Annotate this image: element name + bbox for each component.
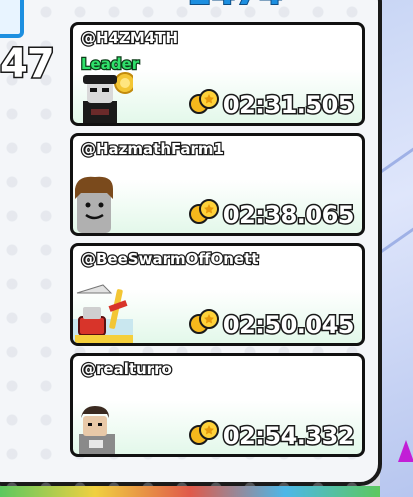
- run-time: 02:31.505: [221, 90, 356, 121]
- leaderboard-entry[interactable]: @HazmathFarm1 02:38.065: [70, 133, 365, 236]
- default-avatar-icon: [73, 173, 133, 233]
- background-scene: [376, 0, 413, 497]
- left-counter: 47: [0, 41, 56, 87]
- leaderboard-entry[interactable]: @H4ZM4TH Leader 02:31.505: [70, 22, 365, 126]
- player-name: @HazmathFarm1: [80, 139, 225, 160]
- top-counter: 2474: [187, 0, 284, 11]
- run-time: 02:54.332: [221, 421, 356, 452]
- coin-stack-icon: [189, 89, 219, 114]
- leaderboard-entry[interactable]: @BeeSwarmOffOnett 02:50.045: [70, 243, 365, 346]
- purple-marker-icon: [398, 440, 413, 462]
- bottom-scene-strip: [0, 486, 380, 497]
- leader-badge: Leader: [80, 54, 141, 75]
- leaderboard-entry[interactable]: @realturro 02:54.332: [70, 353, 365, 457]
- coin-stack-icon: [189, 420, 219, 445]
- coin-stack-icon: [189, 309, 219, 334]
- run-time: 02:50.045: [221, 310, 356, 341]
- player-name: @BeeSwarmOffOnett: [80, 249, 260, 270]
- player-name: @H4ZM4TH: [80, 28, 180, 49]
- bee-swarm-avatar-icon: [73, 283, 133, 343]
- gray-shirt-avatar-icon: [73, 394, 133, 454]
- player-name: @realturro: [80, 359, 173, 380]
- corner-counter-frame: [0, 0, 24, 38]
- coin-stack-icon: [189, 199, 219, 224]
- run-time: 02:38.065: [221, 200, 356, 231]
